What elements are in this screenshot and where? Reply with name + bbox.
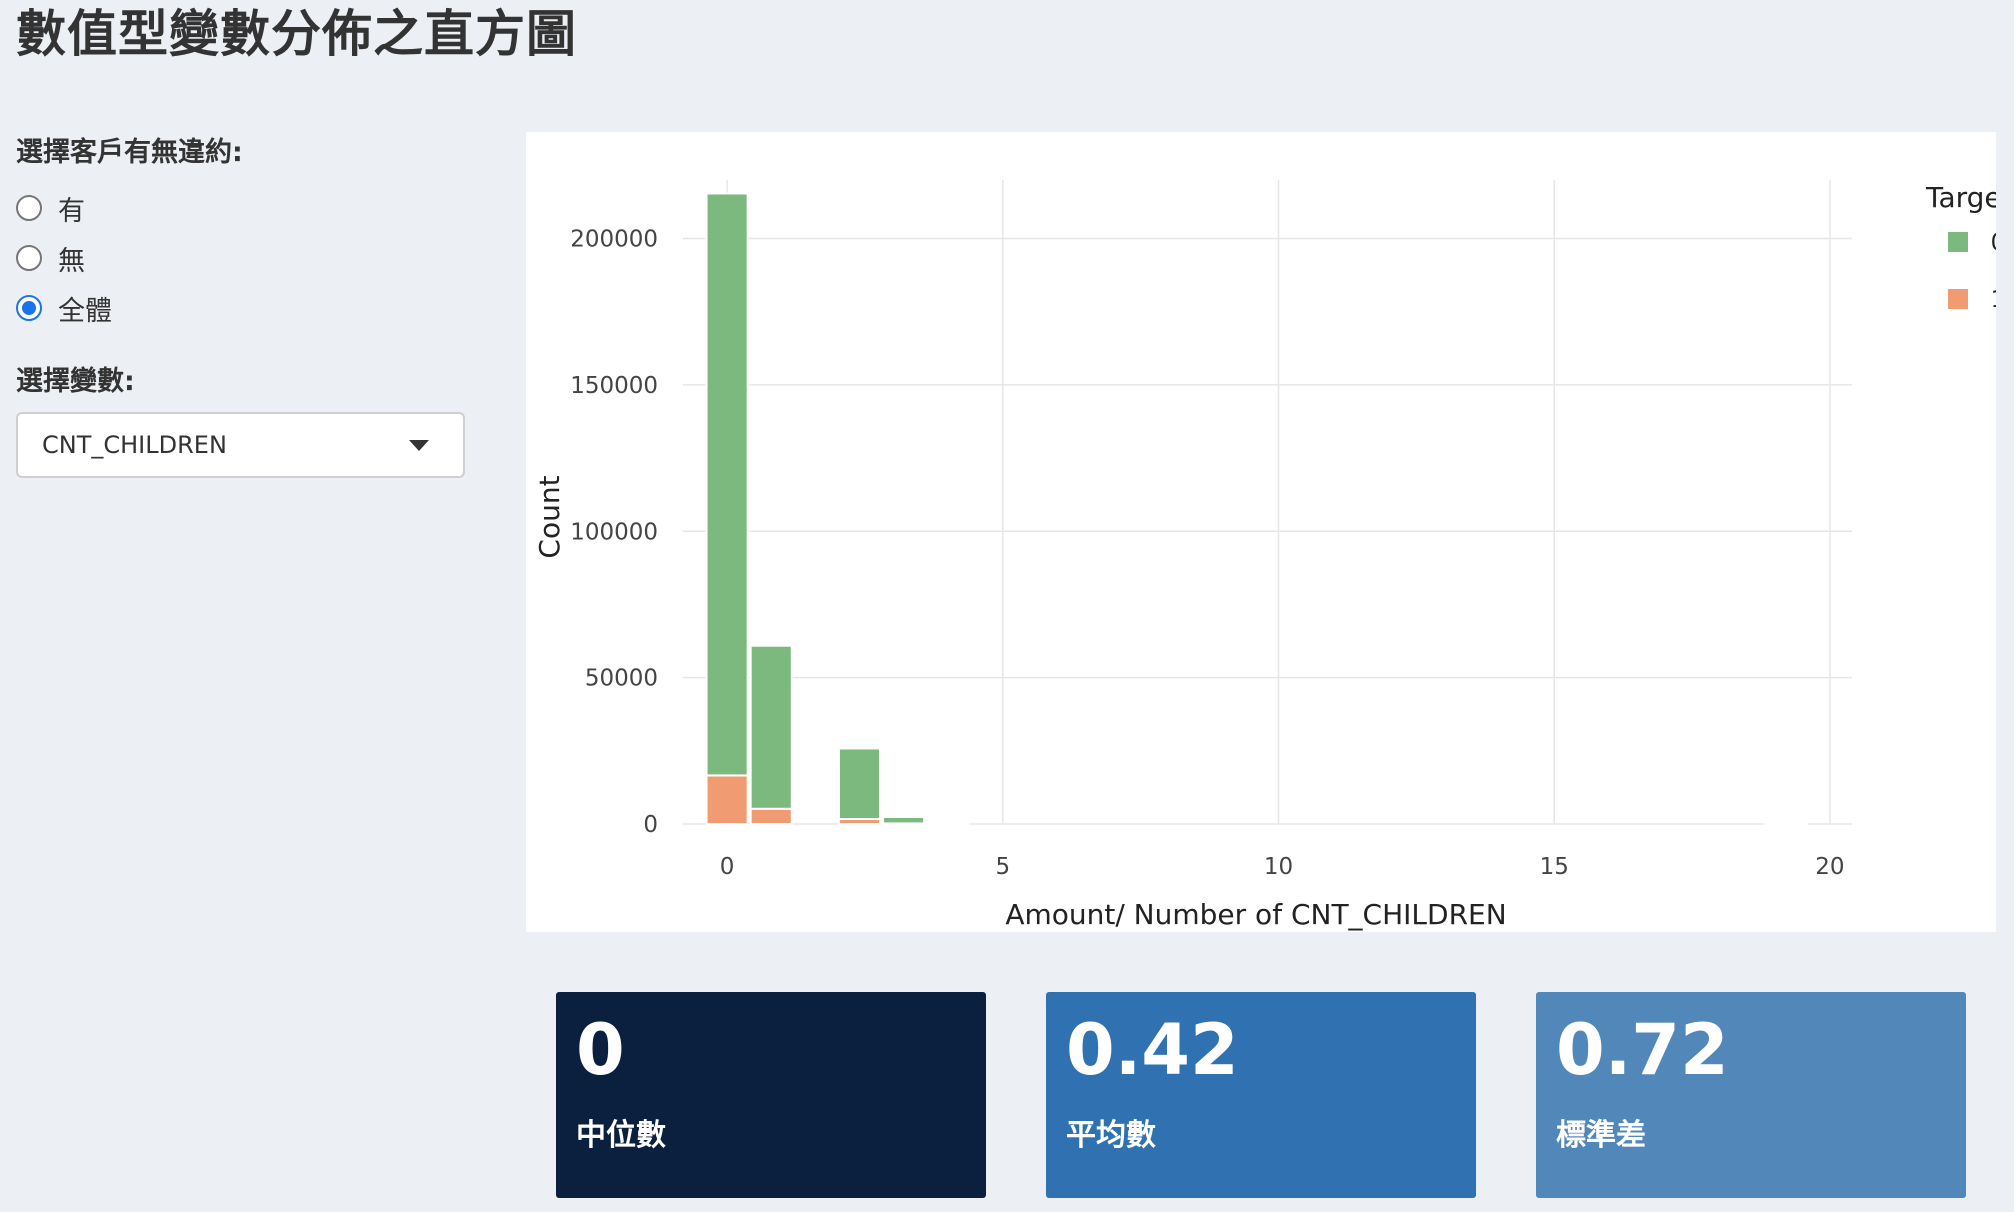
variable-select-value: CNT_CHILDREN <box>42 431 227 459</box>
y-axis-label: Count <box>533 475 566 558</box>
x-axis-label: Amount/ Number of CNT_CHILDREN <box>1005 898 1506 931</box>
histogram-bar-target-0 <box>705 192 749 777</box>
mean-value: 0.42 <box>1066 1009 1239 1091</box>
radio-label-all: 全體 <box>58 295 112 327</box>
legend-swatch-1 <box>1948 289 1968 309</box>
page-title: 數值型變數分佈之直方圖 <box>16 5 577 63</box>
median-value: 0 <box>576 1009 625 1091</box>
histogram-bar-target-0 <box>926 821 970 825</box>
y-axis-ticks: 0 50000 100000 150000 200000 <box>570 227 658 838</box>
chart-bars <box>705 192 1808 826</box>
x-tick-label: 20 <box>1815 854 1844 880</box>
caret-down-icon[interactable] <box>409 439 429 451</box>
histogram-bar-target-1 <box>749 807 793 826</box>
mean-value-box: 0.42 平均數 <box>1046 992 1476 1198</box>
radio-label-yes: 有 <box>58 195 85 227</box>
chart-grid <box>683 180 1852 825</box>
sidebar: 選擇客戶有無違約: 有 無 全體 選擇變數: CNT_CHILDREN <box>16 130 466 478</box>
radio-button-yes[interactable] <box>16 195 42 221</box>
y-tick-label: 0 <box>643 812 658 838</box>
histogram-bar-target-0 <box>749 644 793 810</box>
chart-svg: 0 5 10 15 20 050000100000150000200000 Amount… <box>533 180 1996 931</box>
x-tick-label: 15 <box>1540 854 1569 880</box>
radio-button-all[interactable] <box>16 295 42 321</box>
variable-select[interactable]: CNT_CHILDREN <box>16 412 465 478</box>
std-value: 0.72 <box>1556 1009 1729 1091</box>
radio-option-default-no[interactable]: 無 <box>16 233 466 283</box>
histogram-bar-target-1 <box>705 774 749 826</box>
x-tick-label: 0 <box>720 854 735 880</box>
histogram-bar-target-0 <box>882 815 926 825</box>
radio-option-default-yes[interactable]: 有 <box>16 183 466 233</box>
median-label: 中位數 <box>576 1118 666 1153</box>
legend-label-0: 0 <box>1991 230 1996 256</box>
std-label: 標準差 <box>1556 1118 1646 1153</box>
histogram-chart: 0 5 10 15 20 0 50000 100000 150000 200000 Amount… <box>526 132 1996 932</box>
y-tick-label: 200000 <box>570 227 658 253</box>
legend-label-1: 1 <box>1991 287 1996 313</box>
histogram-bar-target-0 <box>837 747 882 821</box>
chart-legend: Target 0 1 <box>1925 181 1996 313</box>
legend-title: Target <box>1925 181 1996 214</box>
mean-label: 平均數 <box>1066 1118 1156 1153</box>
x-tick-label: 5 <box>996 854 1011 880</box>
radio-label-no: 無 <box>58 245 85 277</box>
y-tick-label: 100000 <box>570 519 658 545</box>
target-filter-label: 選擇客戶有無違約: <box>16 137 243 168</box>
target-radio-group: 有 無 全體 <box>16 183 466 333</box>
y-tick-label: 50000 <box>585 666 658 692</box>
variable-select-label: 選擇變數: <box>16 366 135 397</box>
x-tick-label: 10 <box>1264 854 1293 880</box>
radio-button-no[interactable] <box>16 245 42 271</box>
median-value-box: 0 中位數 <box>556 992 986 1198</box>
legend-swatch-0 <box>1948 232 1968 252</box>
x-axis-ticks: 0 5 10 15 20 <box>720 854 1845 880</box>
radio-option-all[interactable]: 全體 <box>16 283 466 333</box>
std-value-box: 0.72 標準差 <box>1536 992 1966 1198</box>
y-tick-label: 150000 <box>570 373 658 399</box>
